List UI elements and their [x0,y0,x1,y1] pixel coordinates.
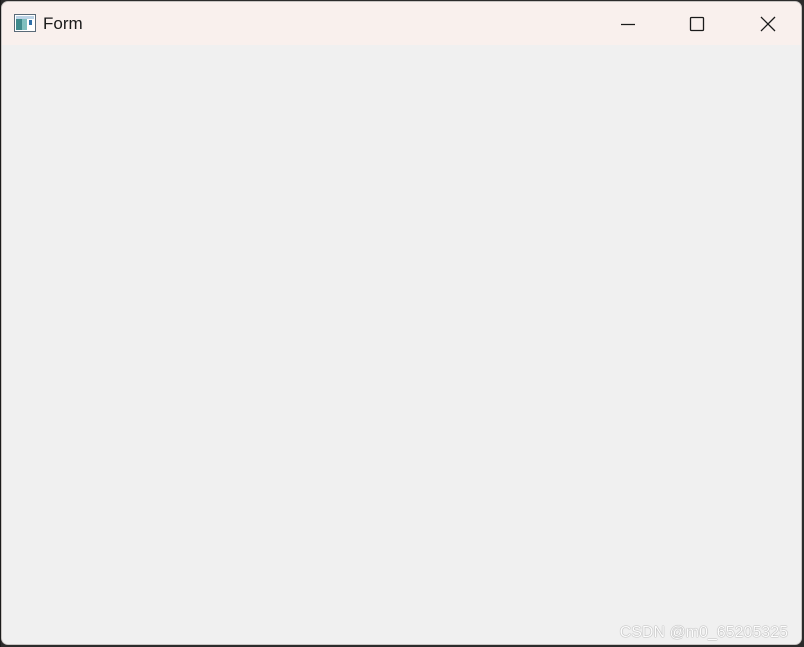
app-window-icon[interactable] [14,14,36,32]
close-button[interactable] [733,2,801,45]
minimize-button[interactable] [594,2,662,45]
window-title: Form [43,14,83,33]
form-window: Form CSDN @m0_65205325 [1,1,802,645]
title-bar[interactable]: Form [2,2,801,45]
maximize-icon [689,16,705,32]
minimize-icon [620,16,636,32]
close-icon [760,16,776,32]
form-client-area: CSDN @m0_65205325 [2,45,801,644]
maximize-button[interactable] [663,2,731,45]
watermark-text: CSDN @m0_65205325 [619,624,788,641]
